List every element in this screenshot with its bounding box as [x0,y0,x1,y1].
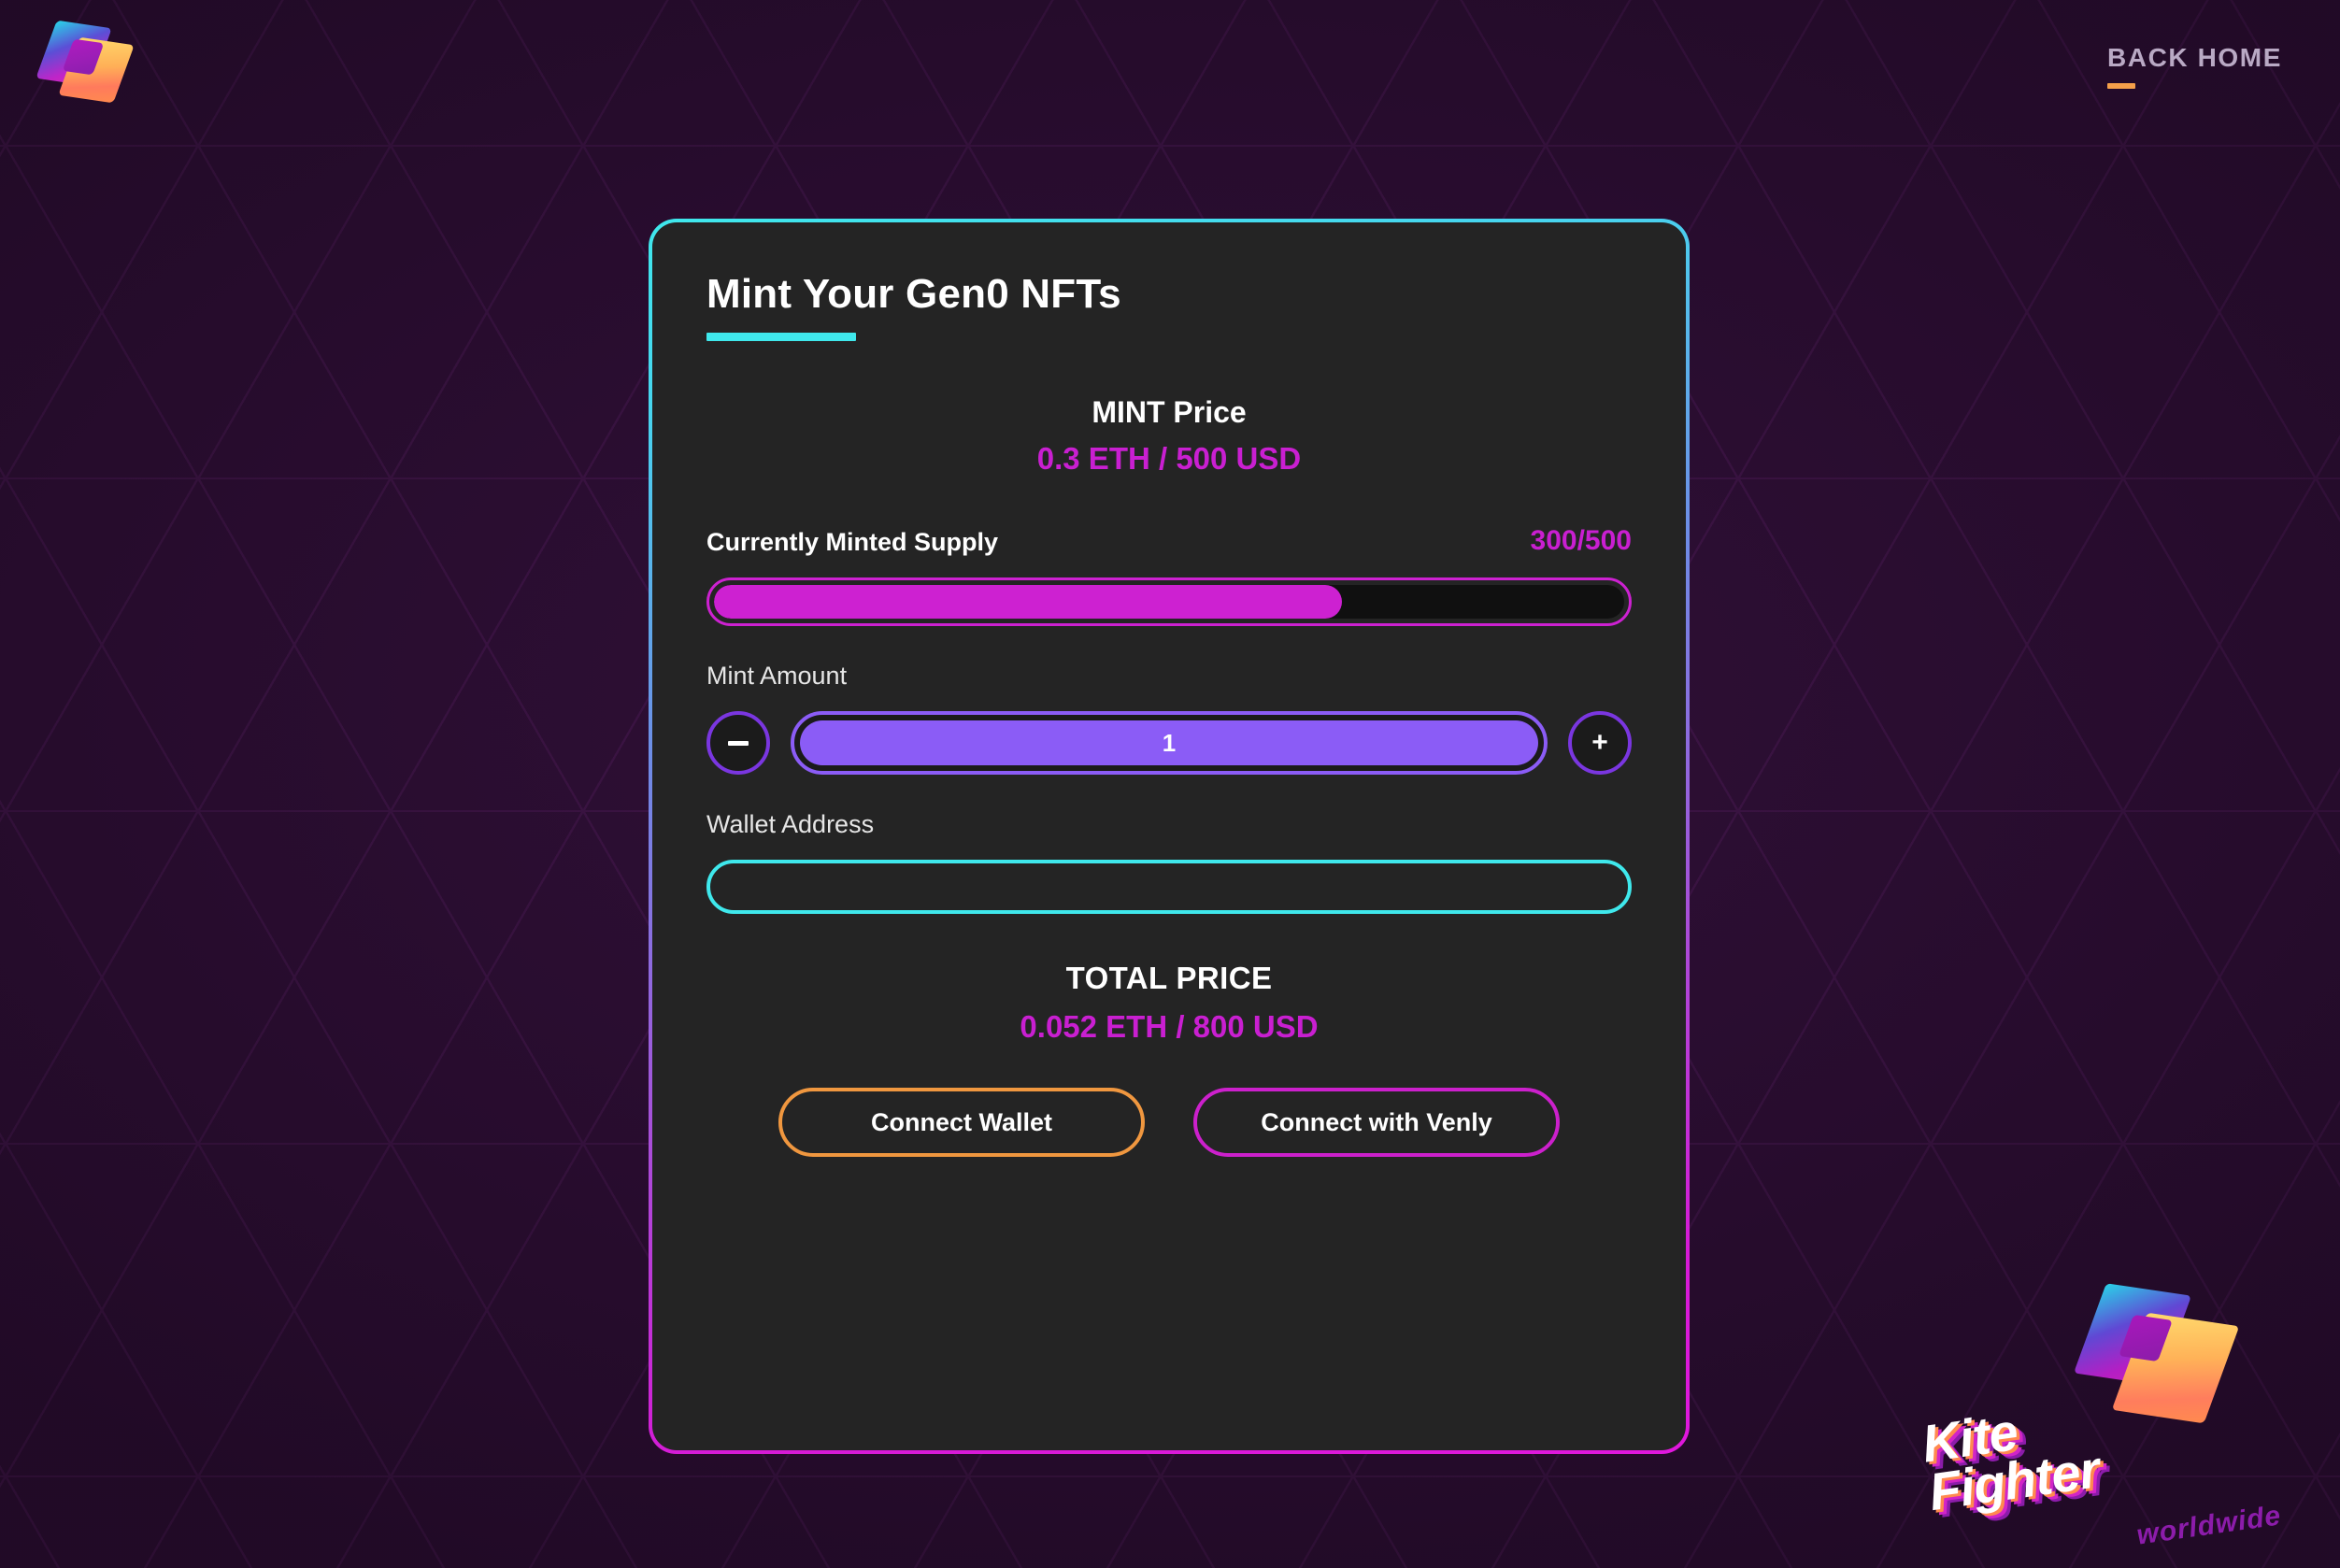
supply-row: Currently Minted Supply 300/500 [706,525,1632,557]
total-price-section: TOTAL PRICE 0.052 ETH / 800 USD [706,961,1632,1045]
increment-button[interactable]: + [1568,711,1632,775]
mint-price-label: MINT Price [1092,395,1247,429]
page-title: Mint Your Gen0 NFTs [706,271,1121,317]
supply-label: Currently Minted Supply [706,528,999,556]
supply-progress-bar [706,577,1632,626]
total-price-label: TOTAL PRICE [1065,961,1273,995]
supply-progress-fill [714,585,1343,619]
kite-fighter-logo-icon[interactable] [36,17,135,104]
mint-price-section: MINT Price 0.3 ETH / 500 USD [706,395,1632,477]
back-home-link[interactable]: BACK HOME [2106,43,2282,89]
supply-count-badge: 300/500 [1530,525,1632,556]
mint-card-inner: Mint Your Gen0 NFTs MINT Price 0.3 ETH /… [652,222,1686,1450]
mint-card: Mint Your Gen0 NFTs MINT Price 0.3 ETH /… [649,219,1690,1454]
total-price-value: 0.052 ETH / 800 USD [1020,1009,1319,1044]
title-underline [706,333,856,341]
plus-icon: + [1591,727,1608,758]
connect-wallet-button[interactable]: Connect Wallet [778,1088,1145,1157]
brand-subtitle: worldwide [2134,1500,2284,1551]
page-header: BACK HOME [0,0,2340,121]
brand-title: Kite Fighter [1919,1397,2103,1521]
mint-amount-stepper: 1 + [706,711,1632,775]
back-home-underline [2106,83,2135,89]
mint-amount-slider[interactable]: 1 [791,711,1548,775]
minus-icon [728,740,749,746]
mint-amount-label: Mint Amount [706,662,848,690]
supply-progress-track [714,585,1624,619]
mint-price-value: 0.3 ETH / 500 USD [1036,441,1302,476]
connect-venly-button[interactable]: Connect with Venly [1193,1088,1560,1157]
wallet-address-input[interactable] [706,860,1632,914]
wallet-address-label: Wallet Address [706,810,875,838]
back-home-label: BACK HOME [2106,43,2282,72]
brand-watermark: Kite Fighter worldwide [1919,1265,2316,1564]
decrement-button[interactable] [706,711,770,775]
mint-amount-value: 1 [800,720,1538,765]
connect-button-row: Connect Wallet Connect with Venly [706,1088,1632,1157]
